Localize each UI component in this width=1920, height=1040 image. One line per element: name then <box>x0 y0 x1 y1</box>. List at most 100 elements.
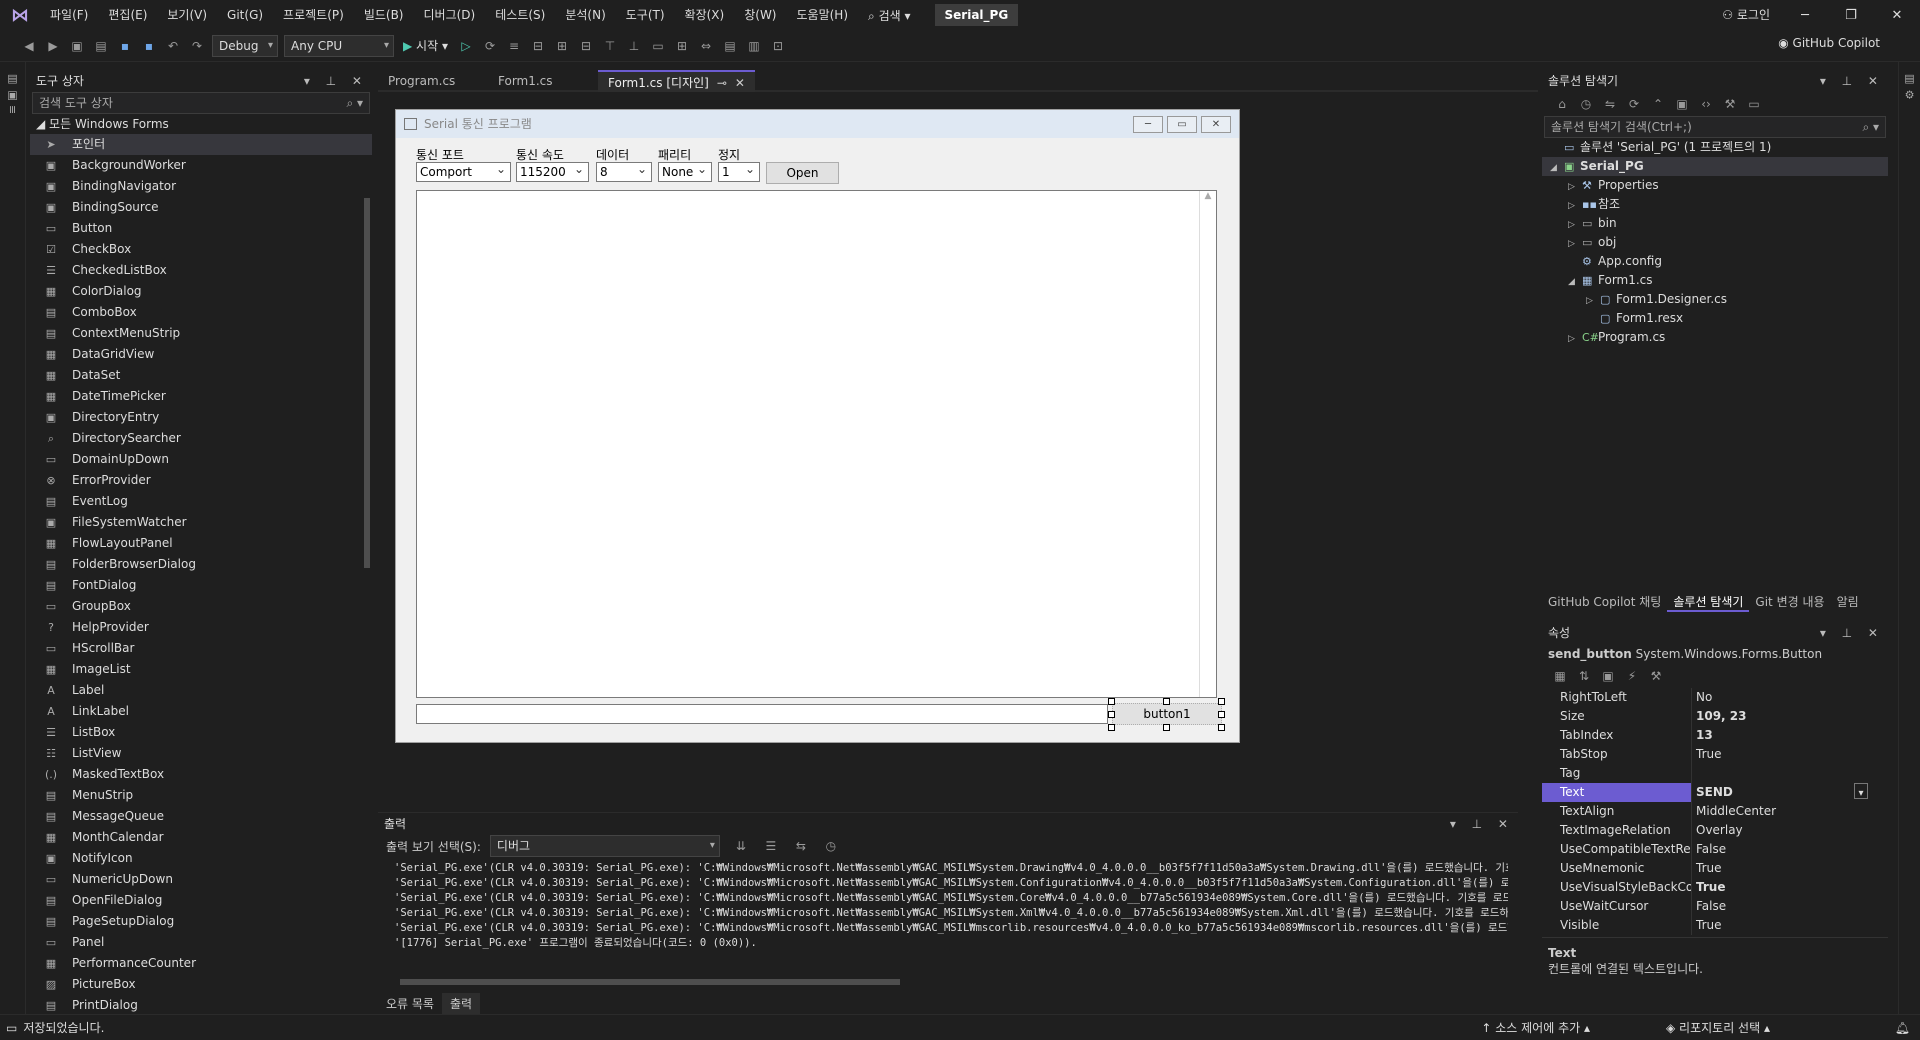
align-left-icon[interactable]: ⊟ <box>529 37 547 55</box>
solution-search-input[interactable]: 솔루션 탐색기 검색(Ctrl+;) ⌕ ▾ <box>1544 116 1886 138</box>
form-minimize-button[interactable]: ─ <box>1133 116 1163 133</box>
pin-icon[interactable]: ⊸ <box>717 76 727 90</box>
textbox-scrollbar[interactable]: ▲ <box>1199 191 1216 697</box>
send-back-icon[interactable]: ▥ <box>745 37 763 55</box>
tab-program-cs[interactable]: Program.cs <box>378 70 488 92</box>
start-button[interactable]: ▶ 시작 ▾ <box>403 37 448 54</box>
port-combo[interactable]: Comport <box>416 160 511 182</box>
property-row[interactable]: Size 109, 23 <box>1542 707 1872 726</box>
properties-view-icon[interactable]: ▣ <box>1599 667 1617 685</box>
save-icon[interactable]: ▪ <box>116 37 134 55</box>
toolbox-item[interactable]: ▦ DataGridView <box>30 344 372 365</box>
tab-error-list[interactable]: 오류 목록 <box>378 993 442 1014</box>
menu-window[interactable]: 창(W) <box>734 0 786 30</box>
view-code-icon[interactable]: ‹› <box>1697 95 1715 113</box>
toolbox-item[interactable]: ▦ MonthCalendar <box>30 827 372 848</box>
bell-icon[interactable]: 🔔︎ <box>1895 1021 1910 1035</box>
alphabetical-icon[interactable]: ⇅ <box>1575 667 1593 685</box>
github-copilot-button[interactable]: ◉ GitHub Copilot <box>1778 36 1880 50</box>
menu-extensions[interactable]: 확장(X) <box>675 0 735 30</box>
toolbox-item[interactable]: ▤ ContextMenuStrip <box>30 323 372 344</box>
back-icon[interactable]: ◀ <box>20 37 38 55</box>
toolbox-item[interactable]: ▦ ImageList <box>30 659 372 680</box>
tab-notifications[interactable]: 알림 <box>1831 590 1865 612</box>
toolbox-item[interactable]: ▭ Button <box>30 218 372 239</box>
close-window-button[interactable]: ✕ <box>1874 8 1920 23</box>
bring-front-icon[interactable]: ▤ <box>721 37 739 55</box>
property-row-selected[interactable]: Text SEND ▾ <box>1542 783 1872 802</box>
clock-icon[interactable]: ◷ <box>822 837 840 855</box>
undo-icon[interactable]: ↶ <box>164 37 182 55</box>
toolbox-item[interactable]: ⊗ ErrorProvider <box>30 470 372 491</box>
panel-pin-close-icons[interactable]: ▾ ⊥ ✕ <box>304 70 368 92</box>
tree-app-config[interactable]: ⚙ App.config <box>1542 252 1888 271</box>
clear-all-icon[interactable]: ☰ <box>762 837 780 855</box>
toolbox-item[interactable]: ▣ BindingSource <box>30 197 372 218</box>
login-button[interactable]: ⚇ 로그인 <box>1722 0 1770 30</box>
toolbox-item[interactable]: ▣ FileSystemWatcher <box>30 512 372 533</box>
preview-icon[interactable]: ▭ <box>1745 95 1763 113</box>
tab-solution-explorer[interactable]: 솔루션 탐색기 <box>1667 590 1750 612</box>
close-icon[interactable]: ✕ <box>735 76 745 90</box>
toolbox-item[interactable]: ☰ CheckedListBox <box>30 260 372 281</box>
platform-select[interactable]: Any CPU <box>284 34 394 57</box>
output-text[interactable]: 'Serial_PG.exe'(CLR v4.0.30319: Serial_P… <box>378 857 1508 969</box>
toolbox-item[interactable]: (.) MaskedTextBox <box>30 764 372 785</box>
form-window[interactable]: Serial 통신 프로그램 ─ ▭ ✕ 통신 포트 통신 속도 데이터 패리티… <box>395 109 1240 743</box>
property-row[interactable]: Visible True <box>1542 916 1872 935</box>
find-icon[interactable]: ⇊ <box>732 837 750 855</box>
forward-icon[interactable]: ▶ <box>44 37 62 55</box>
toolbox-scrollbar[interactable] <box>362 188 372 1008</box>
history-icon[interactable]: ◷ <box>1577 95 1595 113</box>
toolbox-item[interactable]: ▤ PrintDialog <box>30 995 372 1016</box>
property-row[interactable]: TextImageRelation Overlay <box>1542 821 1872 840</box>
toolbox-item[interactable]: ☰ ListBox <box>30 722 372 743</box>
home-icon[interactable]: ⌂ <box>1553 95 1571 113</box>
toolbox-item[interactable]: ▤ FontDialog <box>30 575 372 596</box>
property-pages-icon[interactable]: ⚒ <box>1647 667 1665 685</box>
menu-build[interactable]: 빌드(B) <box>354 0 414 30</box>
toolbox-item[interactable]: ▤ PageSetupDialog <box>30 911 372 932</box>
align-top-icon[interactable]: ⊤ <box>601 37 619 55</box>
send-textbox[interactable] <box>416 704 1108 724</box>
menu-search[interactable]: ⌕ 검색 ▾ <box>858 7 920 24</box>
menu-debug[interactable]: 디버그(D) <box>414 0 486 30</box>
form-maximize-button[interactable]: ▭ <box>1167 116 1197 133</box>
hot-reload-icon[interactable]: ⟳ <box>481 37 499 55</box>
toolbox-search-input[interactable]: 검색 도구 상자 ⌕ ▾ <box>32 92 370 114</box>
toolbox-item[interactable]: ▦ DataSet <box>30 365 372 386</box>
panel-pin-close-icons[interactable]: ▾ ⊥ ✕ <box>1820 70 1884 92</box>
properties-icon[interactable]: ⚒ <box>1721 95 1739 113</box>
toolbox-item-pointer[interactable]: ➤ 포인터 <box>30 134 372 155</box>
toolbox-item[interactable]: ☷ ListView <box>30 743 372 764</box>
toolbox-item[interactable]: ▤ MenuStrip <box>30 785 372 806</box>
menu-project[interactable]: 프로젝트(P) <box>273 0 354 30</box>
toolbox-item[interactable]: ▭ GroupBox <box>30 596 372 617</box>
minimize-button[interactable]: ─ <box>1782 8 1828 23</box>
spacing-icon[interactable]: ⇔ <box>697 37 715 55</box>
toolbox-item[interactable]: ▤ FolderBrowserDialog <box>30 554 372 575</box>
align-right-icon[interactable]: ⊟ <box>577 37 595 55</box>
form-close-button[interactable]: ✕ <box>1201 116 1231 133</box>
tree-form1-resx[interactable]: ▢ Form1.resx <box>1542 309 1888 328</box>
collapse-all-icon[interactable]: ⌃ <box>1649 95 1667 113</box>
toolbox-item[interactable]: ▦ DateTimePicker <box>30 386 372 407</box>
menu-file[interactable]: 파일(F) <box>40 0 98 30</box>
property-row[interactable]: TextAlign MiddleCenter <box>1542 802 1872 821</box>
menu-git[interactable]: Git(G) <box>217 0 273 30</box>
menu-view[interactable]: 보기(V) <box>157 0 217 30</box>
toolbox-item[interactable]: ▭ NumericUpDown <box>30 869 372 890</box>
stop-combo[interactable]: 1 <box>718 160 760 182</box>
panel-pin-close-icons[interactable]: ▾ ⊥ ✕ <box>1820 622 1884 644</box>
toolbox-item[interactable]: ▣ NotifyIcon <box>30 848 372 869</box>
tree-project[interactable]: ◢ ▣ Serial_PG <box>1542 157 1888 176</box>
open-folder-icon[interactable]: ▤ <box>92 37 110 55</box>
layout-align-icon[interactable]: ≡ <box>505 37 523 55</box>
toolbox-item[interactable]: ▤ ComboBox <box>30 302 372 323</box>
toolbox-item[interactable]: ▭ HScrollBar <box>30 638 372 659</box>
tree-bin[interactable]: ▷ ▭ bin <box>1542 214 1888 233</box>
toolbox-item[interactable]: ⌕ DirectorySearcher <box>30 428 372 449</box>
menu-tools[interactable]: 도구(T) <box>616 0 675 30</box>
server-explorer-tab[interactable]: ▤ ▣ ≡ <box>6 72 19 114</box>
toolbox-item[interactable]: ▣ BackgroundWorker <box>30 155 372 176</box>
